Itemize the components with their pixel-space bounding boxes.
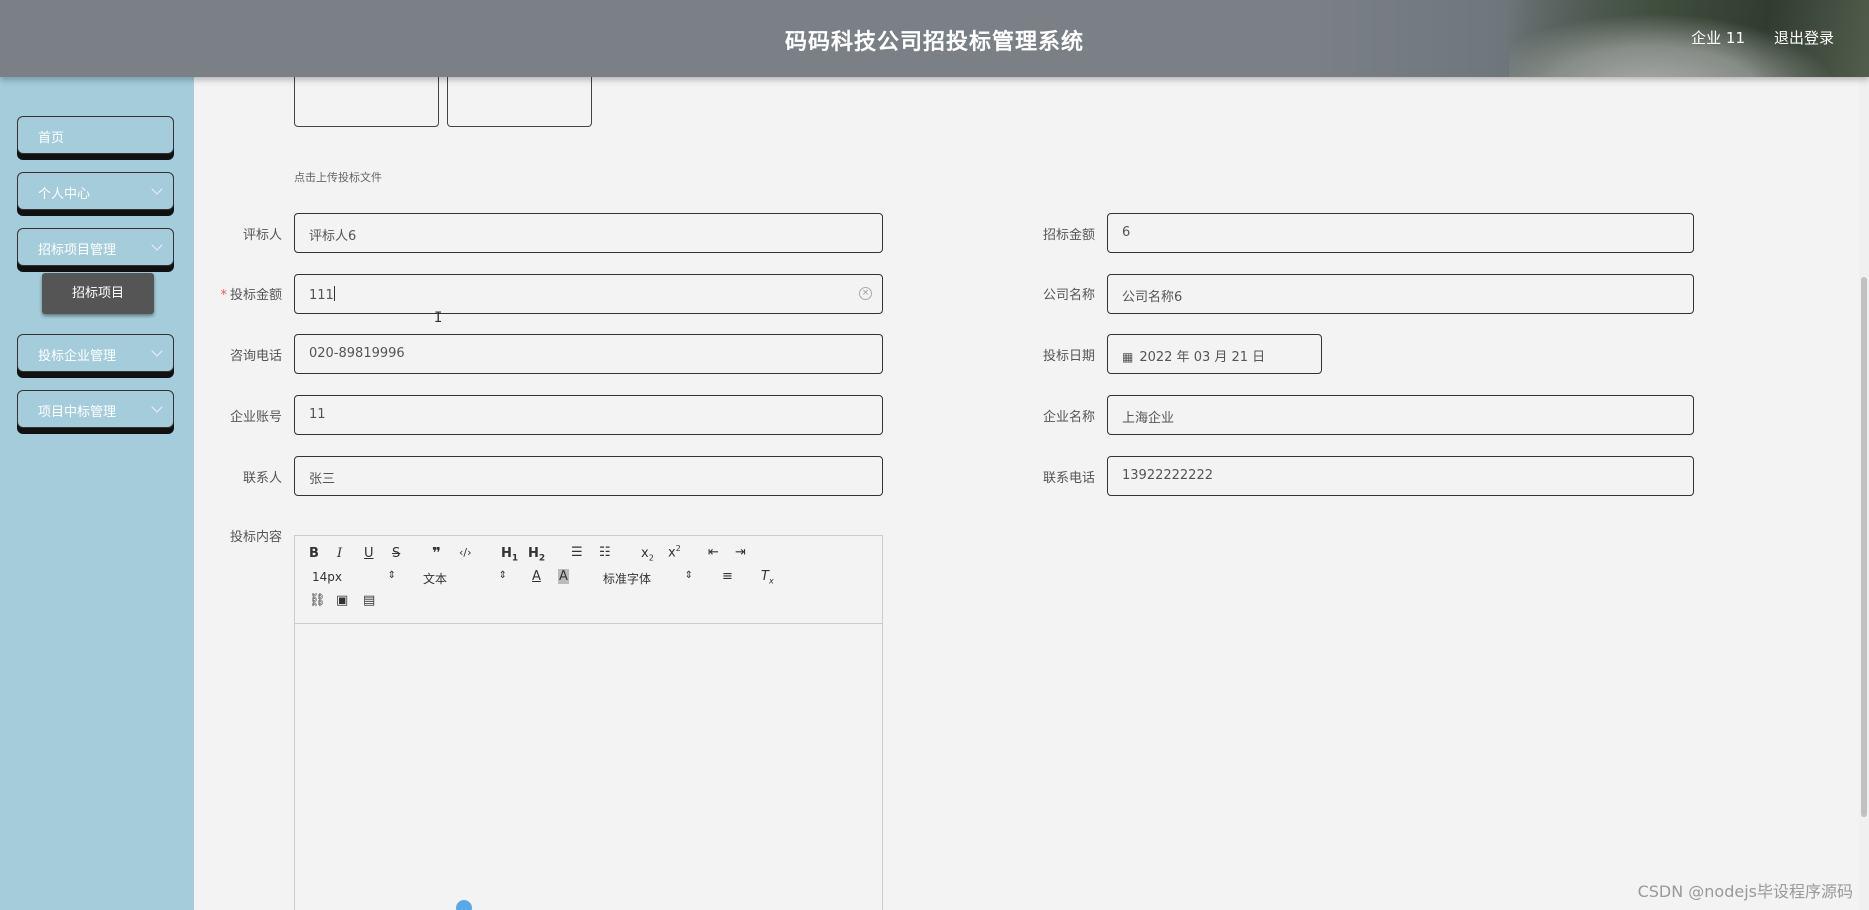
link-icon[interactable]: ⛓ [309, 593, 326, 608]
italic-icon[interactable]: I [337, 546, 342, 561]
sidebar-item-bidding-enterprises[interactable]: 投标企业管理 [17, 334, 174, 372]
superscript-icon[interactable]: x2 [668, 544, 681, 560]
bid-date-picker[interactable]: ▦ 2022 年 03 月 21 日 [1107, 334, 1322, 374]
chevron-down-icon [151, 239, 163, 251]
page-scrollbar[interactable] [1859, 77, 1869, 910]
content-label: 投标内容 [229, 530, 282, 545]
indent-icon[interactable]: ⇥ [735, 545, 746, 560]
font-color-icon[interactable]: A [532, 569, 541, 584]
tender-amount-label: 招标金额 [1042, 228, 1095, 243]
scrollbar-thumb[interactable] [1861, 277, 1867, 817]
account-label: 企业账号 [229, 410, 282, 425]
contact-input[interactable]: 张三 [294, 456, 883, 496]
enterprise-name-label: 企业名称 [1042, 410, 1095, 425]
subscript-icon[interactable]: x2 [641, 546, 654, 563]
contact-label: 联系人 [242, 471, 282, 486]
company-name-label: 公司名称 [1042, 288, 1095, 303]
calendar-icon: ▦ [1122, 350, 1134, 364]
watermark: CSDN @nodejs毕设程序源码 [1637, 882, 1853, 901]
bid-amount-input[interactable]: 111 × [294, 274, 883, 314]
bullet-list-icon[interactable]: ☷ [599, 545, 611, 560]
current-user: 企业 11 [1691, 29, 1745, 47]
sidebar-item-winning-bids[interactable]: 项目中标管理 [17, 390, 174, 428]
video-icon[interactable]: ▤ [363, 593, 375, 608]
sidebar-item-label: 个人中心 [38, 187, 91, 202]
clear-icon[interactable]: × [859, 287, 872, 300]
strikethrough-icon[interactable]: S [392, 546, 400, 561]
align-icon[interactable]: ≡ [722, 569, 733, 584]
upload-hint: 点击上传投标文件 [294, 171, 382, 184]
image-icon[interactable]: ▣ [336, 593, 348, 608]
phone-label: 咨询电话 [229, 349, 282, 364]
contact-phone-label: 联系电话 [1042, 471, 1095, 486]
app-header: 码码科技公司招投标管理系统 企业 11 退出登录 [0, 0, 1869, 77]
editor-content-area[interactable] [295, 624, 882, 910]
main-content: 点击上传投标文件 评标人 评标人6 招标金额 6 * 投标金额 111 × 公司名称… [194, 67, 1864, 910]
floating-indicator [456, 900, 472, 910]
submenu-item-tender-project[interactable]: 招标项目 [42, 273, 154, 314]
rich-text-editor[interactable]: B I U S ❞ ‹/› H1 H2 ☰ ☷ x2 x2 ⇤ ⇥ 14px ⇕ … [294, 535, 883, 910]
outdent-icon[interactable]: ⇤ [708, 545, 719, 560]
tender-amount-input[interactable]: 6 [1107, 213, 1694, 253]
app-title: 码码科技公司招投标管理系统 [784, 30, 1084, 55]
sidebar-item-home[interactable]: 首页 [17, 116, 174, 154]
chevron-down-icon [151, 401, 163, 413]
sidebar-item-label: 项目中标管理 [38, 405, 117, 420]
enterprise-name-input[interactable]: 上海企业 [1107, 395, 1694, 435]
account-input[interactable]: 11 [294, 395, 883, 435]
editor-toolbar: B I U S ❞ ‹/› H1 H2 ☰ ☷ x2 x2 ⇤ ⇥ 14px ⇕ … [295, 536, 882, 624]
sidebar-item-label: 投标企业管理 [38, 349, 117, 364]
bid-amount-label: * 投标金额 [220, 288, 282, 303]
mouse-cursor: I [434, 310, 443, 326]
bold-icon[interactable]: B [309, 546, 319, 561]
sidebar-item-tender-projects[interactable]: 招标项目管理 [17, 228, 174, 266]
bid-date-label: 投标日期 [1042, 349, 1095, 364]
phone-input[interactable]: 020-89819996 [294, 334, 883, 374]
reviewer-input[interactable]: 评标人6 [294, 213, 883, 253]
company-name-input[interactable]: 公司名称6 [1107, 274, 1694, 314]
chevron-down-icon [151, 345, 163, 357]
heading-1-icon[interactable]: H1 [501, 546, 518, 564]
reviewer-label: 评标人 [242, 228, 282, 243]
required-mark: * [220, 288, 227, 303]
sidebar-item-label: 招标项目管理 [38, 243, 117, 258]
clear-format-icon[interactable]: Tx [761, 569, 774, 586]
text-caret [333, 286, 335, 301]
sidebar: 首页 个人中心 招标项目管理 招标项目 投标企业管理 项目中标管理 [0, 77, 194, 910]
heading-2-icon[interactable]: H2 [528, 546, 545, 564]
logout-button[interactable]: 退出登录 [1774, 27, 1834, 48]
background-color-icon[interactable]: A [558, 569, 569, 584]
font-size-select[interactable]: 14px ⇕ [312, 570, 396, 584]
ordered-list-icon[interactable]: ☰ [571, 545, 583, 560]
text-style-select[interactable]: 文本 ⇕ [423, 570, 507, 587]
sidebar-item-personal-center[interactable]: 个人中心 [17, 172, 174, 210]
sidebar-item-label: 首页 [38, 131, 65, 146]
chevron-down-icon [151, 183, 163, 195]
contact-phone-input[interactable]: 13922222222 [1107, 456, 1694, 496]
font-family-select[interactable]: 标准字体 ⇕ [603, 570, 693, 587]
blockquote-icon[interactable]: ❞ [432, 544, 441, 562]
code-block-icon[interactable]: ‹/› [459, 546, 472, 559]
underline-icon[interactable]: U [364, 546, 374, 561]
